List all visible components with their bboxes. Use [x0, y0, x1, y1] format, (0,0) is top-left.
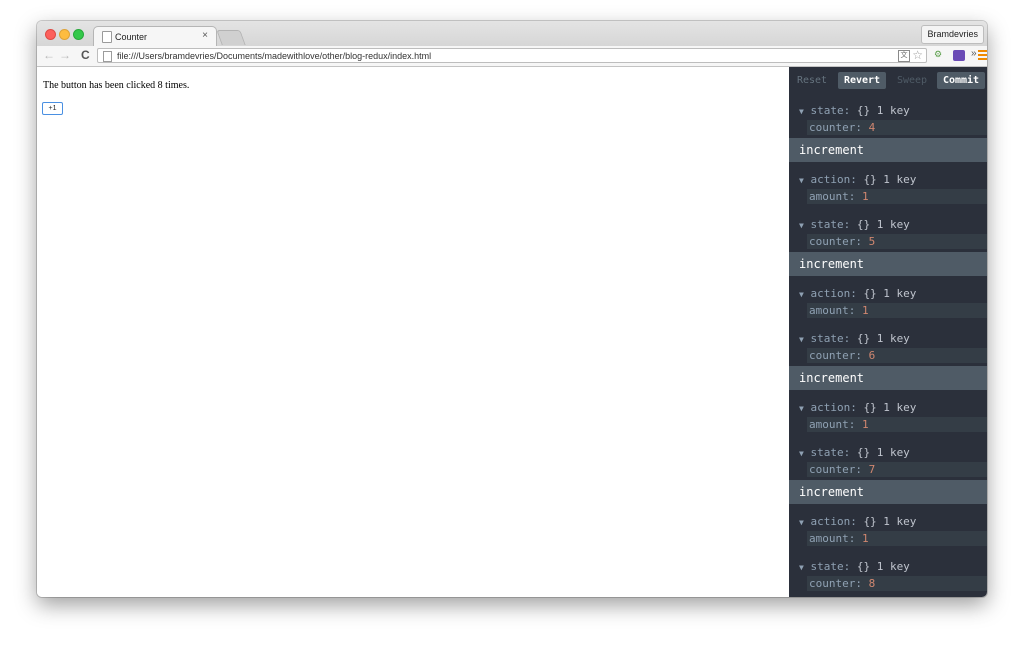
state-toggle[interactable]: ▼ state: {} 1 key: [799, 446, 910, 461]
minimize-window-button[interactable]: [59, 29, 70, 40]
bookmark-star-icon[interactable]: ☆: [912, 48, 923, 62]
devtools-log: ▼ state: {} 1 key counter: 4 increment ▼…: [789, 93, 987, 594]
state-property-row: counter: 5: [807, 234, 987, 249]
action-header-increment[interactable]: increment: [789, 252, 987, 276]
file-icon: [103, 51, 112, 62]
sweep-button[interactable]: Sweep: [891, 72, 933, 89]
state-property-row: counter: 4: [807, 120, 987, 135]
reset-button[interactable]: Reset: [793, 72, 831, 89]
state-block: ▼ state: {} 1 key counter: 6: [789, 321, 987, 366]
close-window-button[interactable]: [45, 29, 56, 40]
expand-arrow-icon: ▼: [799, 290, 804, 299]
action-property-row: amount: 1: [807, 189, 987, 204]
tab-bar: Counter × Bramdevries: [37, 21, 987, 46]
tab-title: Counter: [115, 32, 148, 42]
action-toggle[interactable]: ▼ action: {} 1 key: [799, 287, 916, 302]
action-header-increment[interactable]: increment: [789, 138, 987, 162]
action-block: ▼ action: {} 1 key amount: 1: [789, 276, 987, 321]
state-toggle[interactable]: ▼ state: {} 1 key: [799, 560, 910, 575]
expand-arrow-icon: ▼: [799, 107, 804, 116]
reload-icon[interactable]: C: [81, 47, 90, 63]
page-content: The button has been clicked 8 times. +1: [37, 67, 789, 597]
expand-arrow-icon: ▼: [799, 518, 804, 527]
action-toggle[interactable]: ▼ action: {} 1 key: [799, 173, 916, 188]
profile-button[interactable]: Bramdevries: [921, 25, 984, 44]
expand-arrow-icon: ▼: [799, 404, 804, 413]
action-property-row: amount: 1: [807, 417, 987, 432]
action-block: ▼ action: {} 1 key amount: 1: [789, 162, 987, 207]
state-property-row: counter: 6: [807, 348, 987, 363]
state-block: ▼ state: {} 1 key counter: 4: [789, 93, 987, 138]
expand-arrow-icon: ▼: [799, 563, 804, 572]
zoom-window-button[interactable]: [73, 29, 84, 40]
expand-arrow-icon: ▼: [799, 221, 804, 230]
state-property-row: counter: 8: [807, 576, 987, 591]
action-header-increment[interactable]: increment: [789, 480, 987, 504]
state-block: ▼ state: {} 1 key counter: 5: [789, 207, 987, 252]
new-tab-button[interactable]: [216, 30, 246, 45]
expand-arrow-icon: ▼: [799, 176, 804, 185]
state-toggle[interactable]: ▼ state: {} 1 key: [799, 218, 910, 233]
page-icon: [102, 31, 112, 43]
translate-icon[interactable]: 文: [898, 50, 910, 62]
action-property-row: amount: 1: [807, 303, 987, 318]
state-toggle[interactable]: ▼ state: {} 1 key: [799, 104, 910, 119]
action-property-row: amount: 1: [807, 531, 987, 546]
commit-button[interactable]: Commit: [937, 72, 985, 89]
browser-toolbar: ← → C file:///Users/bramdevries/Document…: [37, 46, 987, 67]
action-toggle[interactable]: ▼ action: {} 1 key: [799, 515, 916, 530]
increment-button[interactable]: +1: [42, 102, 63, 115]
forward-arrow-icon[interactable]: →: [59, 47, 71, 63]
hamburger-menu-icon[interactable]: [978, 50, 987, 60]
extension-icon[interactable]: ⚙: [934, 49, 946, 60]
back-arrow-icon[interactable]: ←: [43, 47, 55, 63]
click-count-message: The button has been clicked 8 times.: [43, 80, 190, 91]
address-bar[interactable]: file:///Users/bramdevries/Documents/made…: [97, 48, 927, 63]
action-header-increment[interactable]: increment: [789, 366, 987, 390]
expand-arrow-icon: ▼: [799, 335, 804, 344]
expand-arrow-icon: ▼: [799, 449, 804, 458]
state-block: ▼ state: {} 1 key counter: 8: [789, 549, 987, 594]
state-block: ▼ state: {} 1 key counter: 7: [789, 435, 987, 480]
revert-button[interactable]: Revert: [838, 72, 886, 89]
redux-devtools-panel: Reset Revert Sweep Commit ▼ state: {} 1 …: [789, 67, 987, 597]
state-toggle[interactable]: ▼ state: {} 1 key: [799, 332, 910, 347]
tab-close-icon[interactable]: ×: [202, 30, 208, 41]
tab-counter[interactable]: Counter ×: [93, 26, 217, 46]
browser-window: Counter × Bramdevries ← → C file:///User…: [37, 21, 987, 597]
action-toggle[interactable]: ▼ action: {} 1 key: [799, 401, 916, 416]
action-block: ▼ action: {} 1 key amount: 1: [789, 390, 987, 435]
url-text[interactable]: file:///Users/bramdevries/Documents/made…: [117, 50, 431, 62]
devtools-toolbar: Reset Revert Sweep Commit: [789, 67, 987, 93]
redux-devtools-extension-icon[interactable]: [953, 50, 965, 61]
action-block: ▼ action: {} 1 key amount: 1: [789, 504, 987, 549]
state-property-row: counter: 7: [807, 462, 987, 477]
